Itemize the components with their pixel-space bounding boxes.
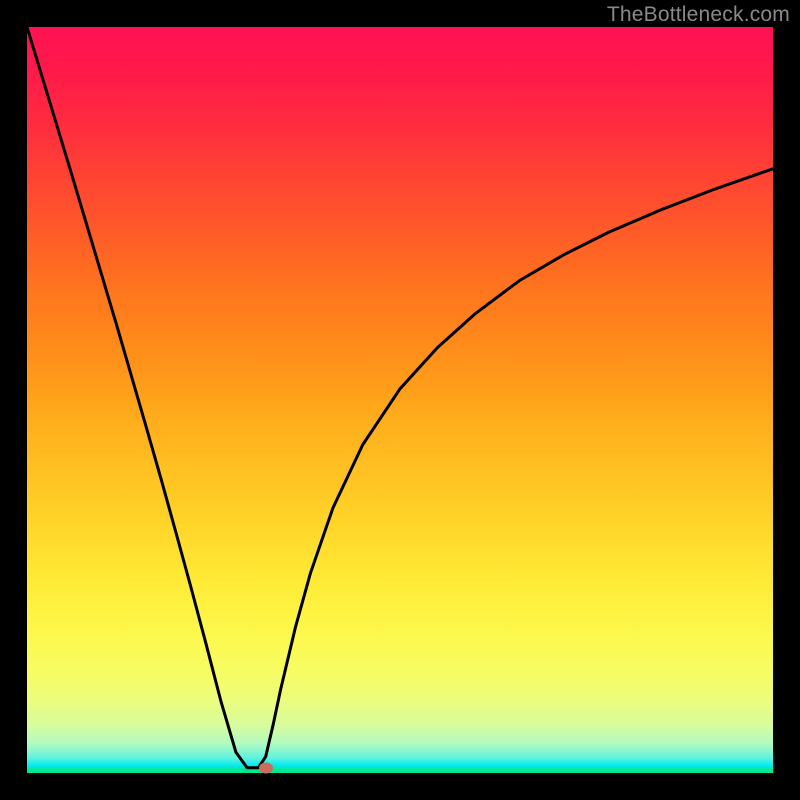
chart-stage: TheBottleneck.com bbox=[0, 0, 800, 800]
optimal-point-marker bbox=[259, 762, 273, 773]
bottleneck-curve bbox=[27, 27, 773, 768]
watermark-text: TheBottleneck.com bbox=[607, 3, 790, 27]
plot-area bbox=[27, 27, 773, 773]
curve-svg bbox=[27, 27, 773, 773]
